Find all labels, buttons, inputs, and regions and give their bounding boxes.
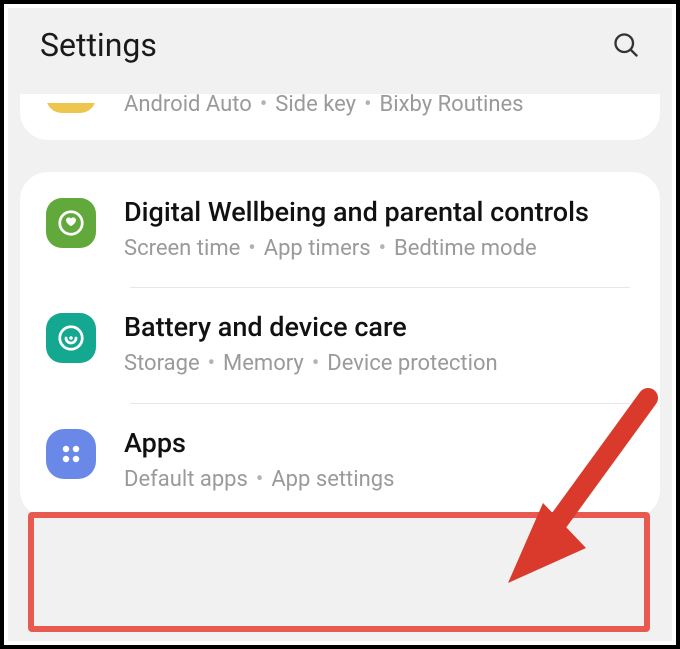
row-text: Battery and device care Storage•Memory•D…	[124, 311, 638, 378]
page-title: Settings	[40, 26, 157, 64]
icon-wrap	[42, 196, 100, 248]
row-text: Android Auto•Side key•Bixby Routines	[124, 100, 638, 116]
icon-wrap	[42, 427, 100, 479]
device-care-icon	[46, 313, 96, 363]
row-subtitle: Android Auto•Side key•Bixby Routines	[124, 94, 638, 116]
row-title: Battery and device care	[124, 311, 638, 345]
row-subtitle: Screen time•App timers•Bedtime mode	[124, 234, 638, 264]
icon-wrap	[42, 103, 100, 113]
search-button[interactable]	[610, 29, 642, 61]
settings-row-digital-wellbeing[interactable]: Digital Wellbeing and parental controls …	[20, 172, 660, 287]
row-title: Apps	[124, 427, 638, 461]
icon-wrap	[42, 311, 100, 363]
search-icon	[612, 31, 640, 59]
apps-icon	[46, 429, 96, 479]
advanced-icon	[46, 103, 96, 113]
settings-row-advanced[interactable]: Android Auto•Side key•Bixby Routines	[20, 94, 660, 140]
settings-row-battery-device-care[interactable]: Battery and device care Storage•Memory•D…	[20, 287, 660, 402]
settings-screen: Settings Android Auto•Side key•Bixby Rou…	[8, 8, 672, 641]
row-subtitle: Storage•Memory•Device protection	[124, 349, 638, 379]
settings-card-main: Digital Wellbeing and parental controls …	[20, 172, 660, 518]
header: Settings	[8, 8, 672, 86]
settings-row-apps[interactable]: Apps Default apps•App settings	[20, 403, 660, 518]
annotation-highlight-box	[28, 512, 650, 632]
wellbeing-icon	[46, 198, 96, 248]
row-subtitle: Default apps•App settings	[124, 465, 638, 495]
row-title: Digital Wellbeing and parental controls	[124, 196, 638, 230]
row-text: Digital Wellbeing and parental controls …	[124, 196, 638, 263]
settings-card-advanced: Android Auto•Side key•Bixby Routines	[20, 94, 660, 140]
row-text: Apps Default apps•App settings	[124, 427, 638, 494]
